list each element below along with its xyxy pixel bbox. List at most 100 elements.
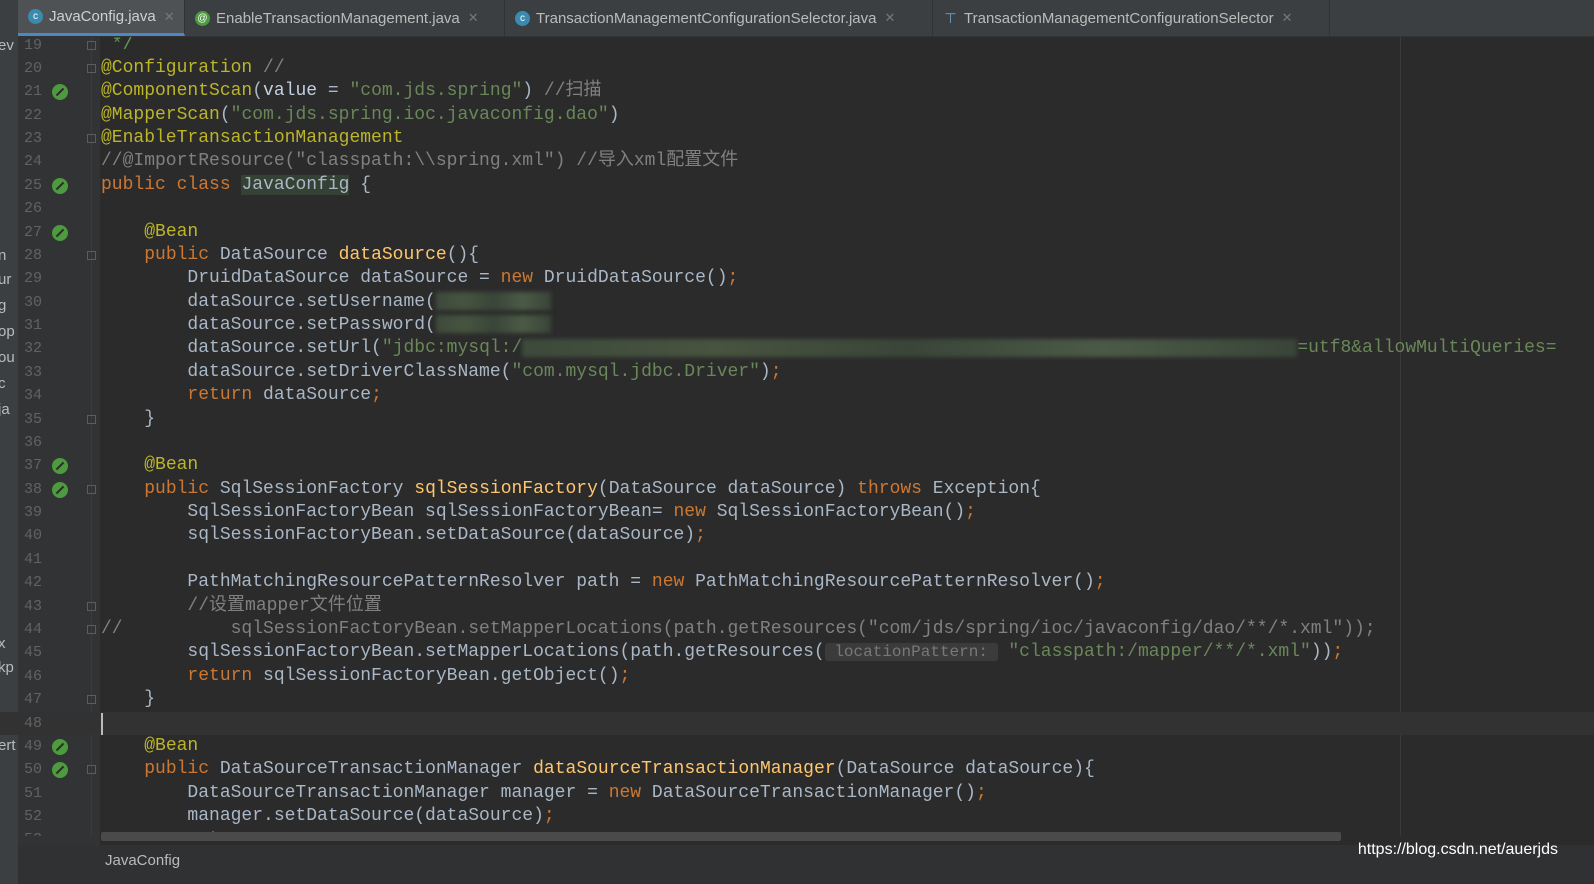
fold-marker-icon[interactable] [87, 250, 96, 260]
code-line[interactable]: 30 dataSource.setUsername( [0, 291, 1594, 314]
code-line[interactable]: 38 public SqlSessionFactory sqlSessionFa… [0, 478, 1594, 501]
breadcrumb-item[interactable]: JavaConfig [105, 852, 180, 869]
spring-bean-icon[interactable] [52, 738, 68, 755]
fold-marker-icon[interactable] [87, 765, 96, 775]
tab-enabletransactionmanagement-java[interactable]: @ EnableTransactionManagement.java ✕ [185, 0, 505, 36]
fold-marker-icon[interactable] [87, 601, 96, 611]
fold-marker-icon[interactable] [87, 695, 96, 705]
line-number[interactable]: 27 [24, 221, 46, 244]
line-number[interactable]: 33 [24, 361, 46, 384]
line-number[interactable]: 32 [24, 337, 46, 360]
code-line[interactable]: 35 } [0, 408, 1594, 431]
code-editor[interactable]: 19 */20 @Configuration //21 @ComponentScan… [0, 37, 1594, 836]
code-line[interactable]: 41 [0, 548, 1594, 571]
code-line[interactable]: 23 @EnableTransactionManagement [0, 127, 1594, 150]
close-tab-icon[interactable]: ✕ [468, 10, 479, 26]
code-line[interactable]: 22 @MapperScan("com.jds.spring.ioc.javaco… [0, 104, 1594, 127]
line-number[interactable]: 31 [24, 314, 46, 337]
code-line[interactable]: 42 PathMatchingResourcePatternResolver p… [0, 571, 1594, 594]
line-number[interactable]: 26 [24, 197, 46, 220]
line-number[interactable]: 25 [24, 174, 46, 197]
line-number[interactable]: 24 [24, 150, 46, 173]
line-number[interactable]: 50 [24, 758, 46, 781]
line-number[interactable]: 40 [24, 524, 46, 547]
line-number[interactable]: 46 [24, 665, 46, 688]
spring-bean-icon[interactable] [52, 458, 68, 475]
line-number[interactable]: 22 [24, 104, 46, 127]
code-line[interactable]: 25 public class JavaConfig { [0, 174, 1594, 197]
code-line[interactable]: 28 public DataSource dataSource(){ [0, 244, 1594, 267]
code-line[interactable]: 31 dataSource.setPassword( [0, 314, 1594, 337]
close-tab-icon[interactable]: ✕ [1282, 10, 1293, 26]
code-line[interactable]: 48 [0, 711, 1594, 735]
spring-bean-icon[interactable] [52, 224, 68, 241]
code-line[interactable]: 32 dataSource.setUrl("jdbc:mysql:/ =utf8&… [0, 337, 1594, 360]
fold-marker-icon[interactable] [87, 40, 96, 50]
line-number[interactable]: 42 [24, 571, 46, 594]
tab-javaconfig-java[interactable]: c JavaConfig.java ✕ [18, 0, 185, 36]
code-token: ; [619, 665, 631, 686]
code-line[interactable]: 34 return dataSource; [0, 384, 1594, 407]
code-line[interactable]: 37 @Bean [0, 454, 1594, 477]
fold-marker-icon[interactable] [87, 134, 96, 144]
code-line[interactable]: 21 @ComponentScan(value = "com.jds.spring… [0, 80, 1594, 103]
spring-bean-icon[interactable] [52, 177, 68, 194]
line-number[interactable]: 38 [24, 478, 46, 501]
line-number[interactable]: 30 [24, 291, 46, 314]
line-number[interactable]: 49 [24, 735, 46, 758]
line-number[interactable]: 28 [24, 244, 46, 267]
code-line[interactable]: 33 dataSource.setDriverClassName("com.my… [0, 361, 1594, 384]
code-line[interactable]: 40 sqlSessionFactoryBean.setDataSource(d… [0, 524, 1594, 547]
spring-bean-icon[interactable] [52, 481, 68, 498]
tab-transactionmanagementconfigurationselector[interactable]: ⊤ TransactionManagementConfigurationSelec… [933, 0, 1330, 36]
line-number[interactable]: 47 [24, 688, 46, 711]
line-number[interactable]: 53 [24, 828, 46, 836]
fold-marker-icon[interactable] [87, 414, 96, 424]
code-token: //设置mapper文件位置 [101, 595, 382, 616]
line-number[interactable]: 41 [24, 548, 46, 571]
code-line[interactable]: 43 //设置mapper文件位置 [0, 595, 1594, 618]
line-number[interactable]: 36 [24, 431, 46, 454]
code-token: )) [1310, 642, 1333, 663]
line-number[interactable]: 29 [24, 267, 46, 290]
code-line[interactable]: 49 @Bean [0, 735, 1594, 758]
line-number[interactable]: 34 [24, 384, 46, 407]
line-number[interactable]: 37 [24, 454, 46, 477]
code-line[interactable]: 29 DruidDataSource dataSource = new Drui… [0, 267, 1594, 290]
code-line[interactable]: 45 sqlSessionFactoryBean.setMapperLocati… [0, 641, 1594, 664]
close-tab-icon[interactable]: ✕ [884, 10, 895, 26]
line-number[interactable]: 21 [24, 80, 46, 103]
line-number[interactable]: 44 [24, 618, 46, 641]
code-line[interactable]: 52 manager.setDataSource(dataSource); [0, 805, 1594, 828]
code-line[interactable]: 24 //@ImportResource("classpath:\\spring.… [0, 150, 1594, 173]
line-number[interactable]: 51 [24, 782, 46, 805]
line-number[interactable]: 52 [24, 805, 46, 828]
tab-transactionmanagementconfigurationselector-java[interactable]: c TransactionManagementConfigurationSelec… [505, 0, 933, 36]
code-line[interactable]: 36 [0, 431, 1594, 454]
code-line[interactable]: 50 public DataSourceTransactionManager d… [0, 758, 1594, 781]
code-line[interactable]: 27 @Bean [0, 221, 1594, 244]
line-number[interactable]: 23 [24, 127, 46, 150]
code-line[interactable]: 46 return sqlSessionFactoryBean.getObjec… [0, 665, 1594, 688]
code-line[interactable]: 26 [0, 197, 1594, 220]
code-line[interactable]: 44 // sqlSessionFactoryBean.setMapperLoca… [0, 618, 1594, 641]
line-number[interactable]: 19 [24, 37, 46, 57]
fold-marker-icon[interactable] [87, 63, 96, 73]
line-number[interactable]: 39 [24, 501, 46, 524]
code-line[interactable]: 19 */ [0, 37, 1594, 57]
line-number[interactable]: 20 [24, 57, 46, 80]
fold-marker-icon[interactable] [87, 484, 96, 494]
line-number[interactable]: 43 [24, 595, 46, 618]
close-tab-icon[interactable]: ✕ [164, 9, 175, 25]
code-line[interactable]: 51 DataSourceTransactionManager manager … [0, 782, 1594, 805]
horizontal-scrollbar[interactable] [101, 832, 1341, 841]
spring-bean-icon[interactable] [52, 84, 68, 101]
line-number[interactable]: 48 [24, 712, 46, 735]
spring-bean-icon[interactable] [52, 762, 68, 779]
fold-marker-icon[interactable] [87, 625, 96, 634]
line-number[interactable]: 35 [24, 408, 46, 431]
code-line[interactable]: 39 SqlSessionFactoryBean sqlSessionFacto… [0, 501, 1594, 524]
code-line[interactable]: 47 } [0, 688, 1594, 711]
line-number[interactable]: 45 [24, 641, 46, 664]
code-line[interactable]: 20 @Configuration // [0, 57, 1594, 80]
